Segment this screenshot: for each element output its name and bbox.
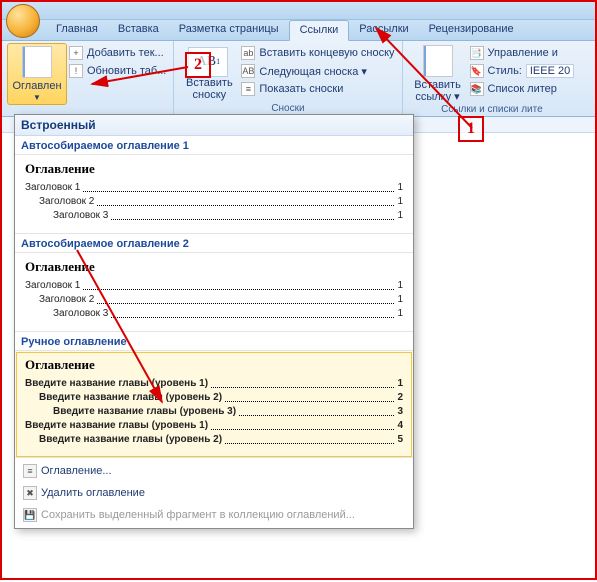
toc-button[interactable]: Оглавлен ▼: [7, 43, 67, 105]
gallery-manual-item[interactable]: Оглавление Введите название главы (урове…: [15, 351, 413, 458]
tab-insert[interactable]: Вставка: [108, 20, 169, 40]
annotation-box-1: 1: [458, 116, 484, 142]
toc-entry: Заголовок 1: [25, 181, 80, 195]
plus-icon: +: [69, 46, 83, 60]
manage-sources-label: Управление и: [488, 47, 558, 59]
tab-home[interactable]: Главная: [46, 20, 108, 40]
toc-entry: Заголовок 2: [39, 293, 94, 307]
annotation-box-2: 2: [185, 52, 211, 78]
toc-entry: Введите название главы (уровень 2): [39, 433, 222, 447]
add-text-label: Добавить тек...: [87, 47, 164, 59]
toc-entry: Введите название главы (уровень 1): [25, 419, 208, 433]
gallery-auto2-title: Автособираемое оглавление 2: [15, 234, 413, 253]
remove-toc-button[interactable]: ✖ Удалить оглавление: [15, 482, 413, 504]
citation-style-dropdown[interactable]: 🔖 Стиль: IEEE 20: [468, 63, 577, 79]
insert-endnote-button[interactable]: ab Вставить концевую сноску: [239, 45, 396, 61]
toc-entry: Введите название главы (уровень 2): [39, 391, 222, 405]
style-icon: 🔖: [470, 64, 484, 78]
remove-icon: ✖: [23, 486, 37, 500]
window-titlebar: [2, 2, 595, 20]
toc-label: Оглавлен: [12, 80, 61, 92]
gallery-manual-title: Ручное оглавление: [15, 332, 413, 351]
tab-mailings[interactable]: Рассылки: [349, 20, 418, 40]
insert-custom-toc-label: Оглавление...: [41, 465, 112, 477]
gallery-auto1-title: Автособираемое оглавление 1: [15, 136, 413, 155]
toc-gallery: Встроенный Автособираемое оглавление 1 О…: [14, 114, 414, 529]
add-text-button[interactable]: + Добавить тек...: [67, 45, 168, 61]
insert-endnote-label: Вставить концевую сноску: [259, 47, 394, 59]
insert-footnote-label: Вставить сноску: [186, 77, 233, 101]
ribbon: Оглавлен ▼ + Добавить тек... ! Обновить …: [2, 41, 595, 117]
style-label: Стиль:: [488, 65, 522, 77]
next-footnote-label: Следующая сноска ▾: [259, 65, 367, 78]
toc-entry: Введите название главы (уровень 1): [25, 377, 208, 391]
insert-citation-label: Вставить ссылку ▾: [414, 79, 461, 103]
show-notes-label: Показать сноски: [259, 83, 343, 95]
bibliography-icon: 📚: [470, 82, 484, 96]
ribbon-tabs: Главная Вставка Разметка страницы Ссылки…: [2, 20, 595, 41]
manage-sources-button[interactable]: 📑 Управление и: [468, 45, 577, 61]
endnote-icon: ab: [241, 46, 255, 60]
save-selection-label: Сохранить выделенный фрагмент в коллекци…: [41, 509, 355, 521]
update-table-button[interactable]: ! Обновить таб...: [67, 63, 168, 79]
show-notes-button[interactable]: ≡ Показать сноски: [239, 81, 396, 97]
bibliography-button[interactable]: 📚 Список литер: [468, 81, 577, 97]
toc-icon: [22, 46, 52, 78]
insert-citation-button[interactable]: Вставить ссылку ▾: [408, 43, 468, 103]
manage-sources-icon: 📑: [470, 46, 484, 60]
group-label-citations: Ссылки и списки лите: [408, 103, 577, 117]
gallery-auto2-item[interactable]: Оглавление Заголовок 11 Заголовок 21 Заг…: [15, 253, 413, 332]
toc-entry: Заголовок 3: [53, 307, 108, 321]
gallery-auto1-item[interactable]: Оглавление Заголовок 11 Заголовок 21 Заг…: [15, 155, 413, 234]
save-selection-icon: 💾: [23, 508, 37, 522]
tab-page-layout[interactable]: Разметка страницы: [169, 20, 289, 40]
tab-review[interactable]: Рецензирование: [419, 20, 524, 40]
show-notes-icon: ≡: [241, 82, 255, 96]
gallery-header-builtin: Встроенный: [15, 115, 413, 136]
next-footnote-icon: AB: [241, 64, 255, 78]
toc-entry: Заголовок 1: [25, 279, 80, 293]
chevron-down-icon: ▼: [33, 92, 41, 104]
toc-dialog-icon: ≡: [23, 464, 37, 478]
refresh-icon: !: [69, 64, 83, 78]
save-selection-button: 💾 Сохранить выделенный фрагмент в коллек…: [15, 504, 413, 526]
toc-entry: Заголовок 3: [53, 209, 108, 223]
update-label: Обновить таб...: [87, 65, 166, 77]
preview-title: Оглавление: [25, 259, 403, 275]
toc-entry: Заголовок 2: [39, 195, 94, 209]
next-footnote-button[interactable]: AB Следующая сноска ▾: [239, 63, 396, 79]
citation-icon: [423, 45, 453, 77]
remove-toc-label: Удалить оглавление: [41, 487, 145, 499]
toc-entry: Введите название главы (уровень 3): [53, 405, 236, 419]
preview-title: Оглавление: [25, 357, 403, 373]
group-toc: Оглавлен ▼ + Добавить тек... ! Обновить …: [2, 41, 174, 116]
insert-custom-toc-button[interactable]: ≡ Оглавление...: [15, 460, 413, 482]
gallery-footer: ≡ Оглавление... ✖ Удалить оглавление 💾 С…: [15, 458, 413, 528]
preview-title: Оглавление: [25, 161, 403, 177]
group-citations: Вставить ссылку ▾ 📑 Управление и 🔖 Стиль…: [403, 41, 582, 116]
bibliography-label: Список литер: [488, 83, 557, 95]
office-button[interactable]: [6, 4, 40, 38]
tab-references[interactable]: Ссылки: [289, 20, 350, 41]
style-value: IEEE 20: [526, 64, 574, 78]
